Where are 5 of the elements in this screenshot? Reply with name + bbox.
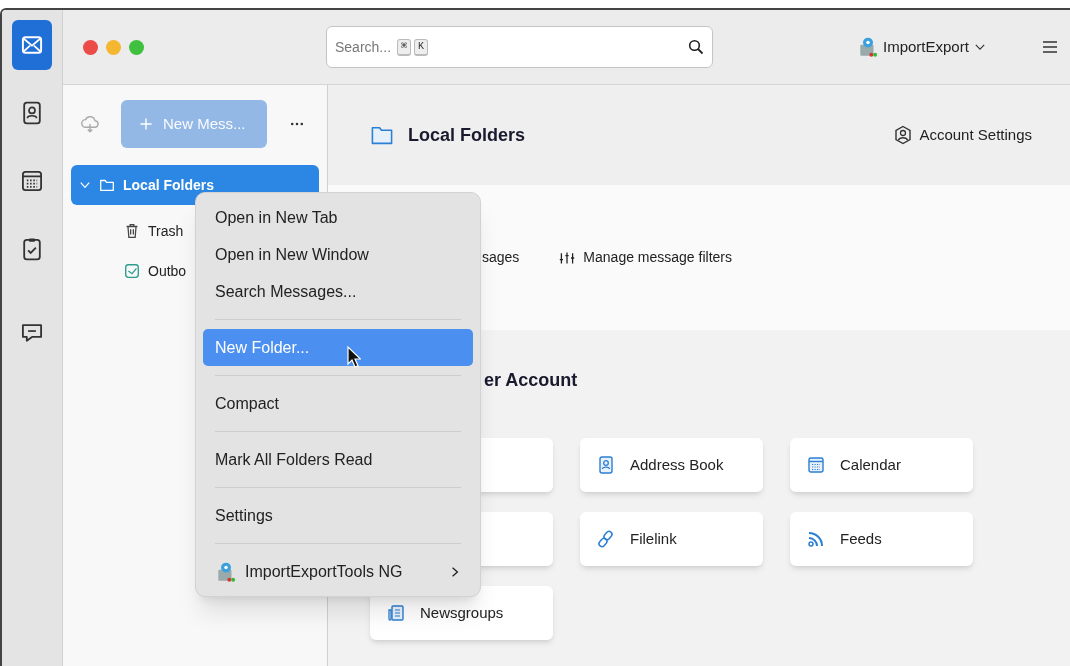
folder-title: Local Folders [408, 123, 526, 147]
search-placeholder: Search... [335, 37, 392, 57]
keyboard-key: ⌘ [397, 38, 412, 56]
section-heading: er Account [483, 369, 579, 391]
keyboard-key: K [414, 38, 429, 56]
